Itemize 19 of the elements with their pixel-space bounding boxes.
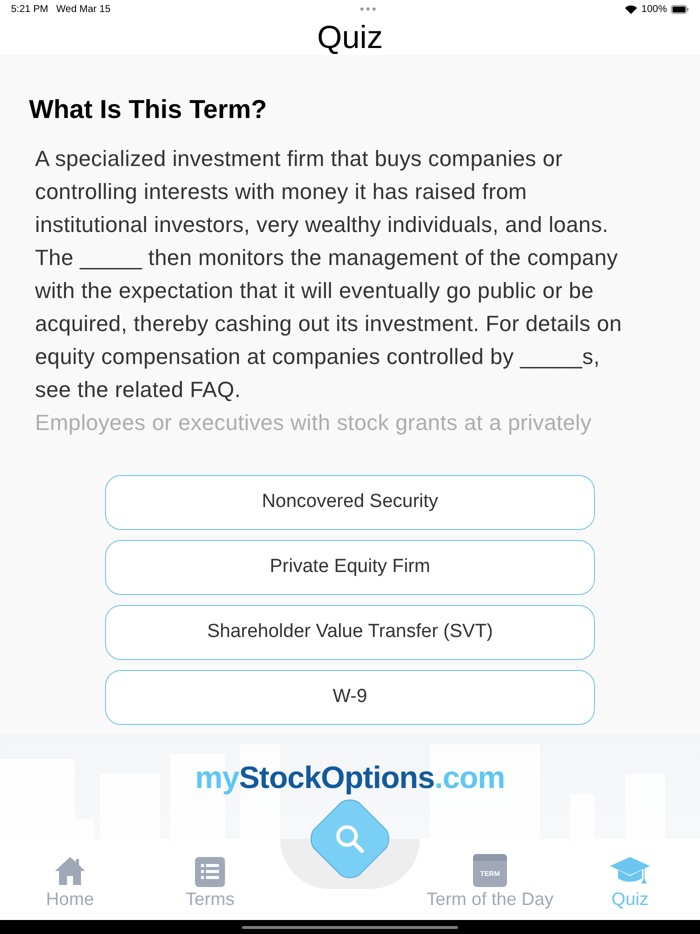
faded-text: Employees or executives with stock grants at a privately (35, 408, 593, 437)
answer-button[interactable]: Shareholder Value Transfer (SVT) (105, 604, 595, 660)
site-logo: myStockOptions.com (195, 762, 505, 793)
definition-text: A specialized investment firm that buys companies or controlling interests with money it has raised from institutional investors, very wealthy individuals, and loans. The _____ then monitors the management of the company with the expectation that it will eventually go public or be acquired, thereby cashing out its investment. For details on equity compensation at companies controlled by _____s, see the related FAQ. (35, 144, 623, 404)
page-title: Quiz (317, 20, 383, 52)
status-time: 5:21 PM (11, 2, 48, 16)
search-button[interactable] (310, 799, 390, 879)
question-heading: What Is This Term? (29, 93, 268, 126)
status-date: Wed Mar 15 (56, 2, 111, 16)
wifi-icon (625, 4, 638, 14)
battery-percent: 100% (641, 2, 667, 16)
answer-button[interactable]: Private Equity Firm (105, 540, 595, 594)
battery-icon (671, 4, 689, 14)
more-dots-icon (360, 7, 376, 11)
search-icon (334, 823, 366, 855)
answer-button[interactable]: W-9 (105, 670, 595, 724)
house-icon (53, 855, 87, 887)
answer-button[interactable]: Noncovered Security (105, 474, 595, 530)
list-icon (195, 857, 225, 887)
